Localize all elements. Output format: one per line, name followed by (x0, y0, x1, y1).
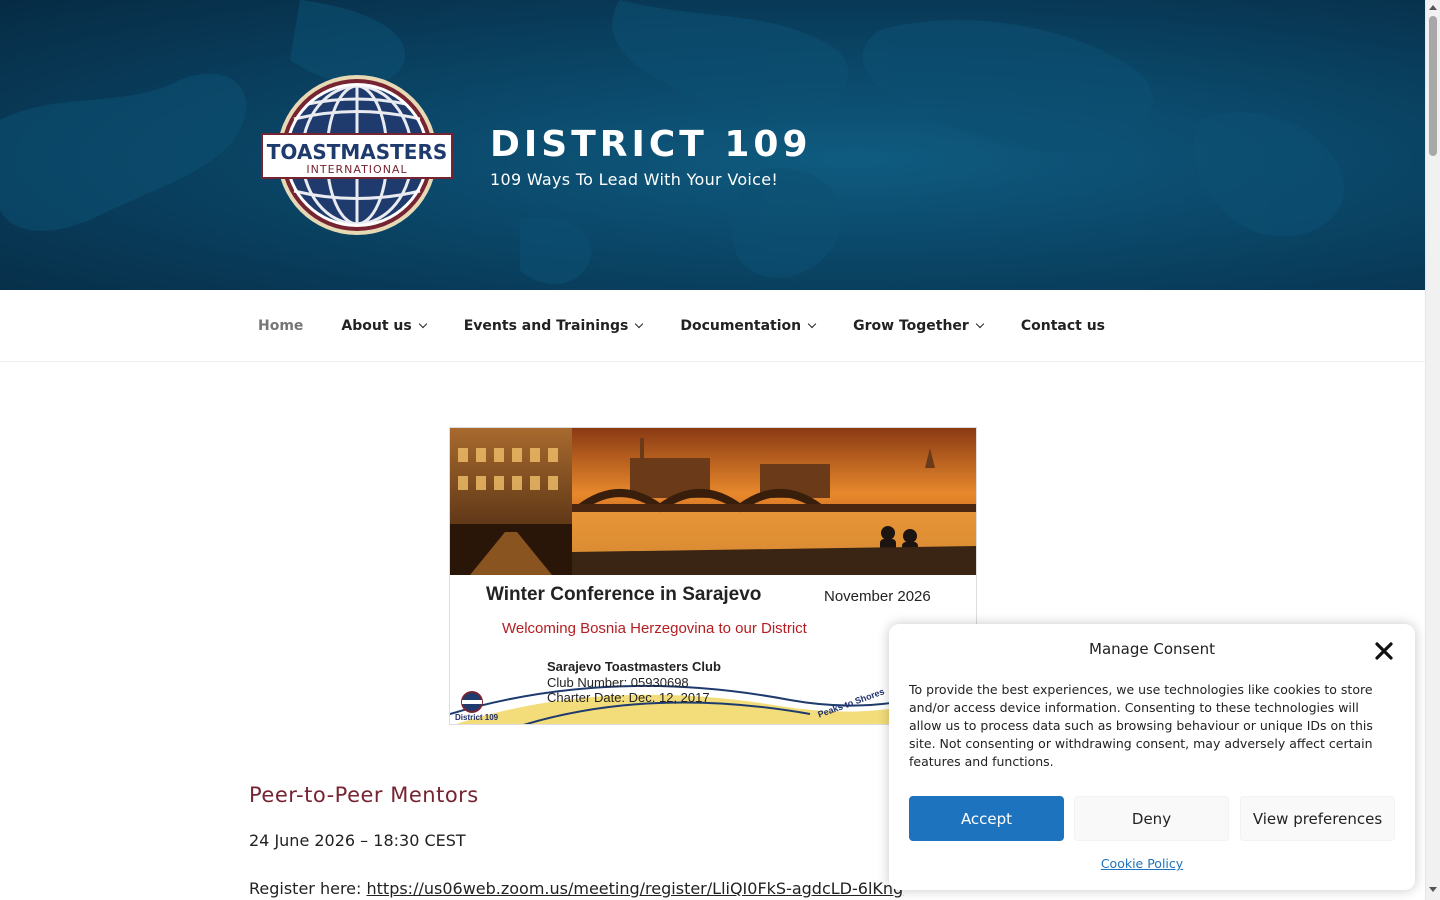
accept-button[interactable]: Accept (909, 796, 1064, 841)
deny-button[interactable]: Deny (1074, 796, 1229, 841)
nav-item-label: Home (258, 318, 304, 334)
chevron-down-icon (807, 319, 817, 329)
nav-item-label: Events and Trainings (463, 318, 629, 334)
banner-club-name: Sarajevo Toastmasters Club (547, 659, 721, 674)
post-date: 24 June 2026 – 18:30 CEST (249, 831, 466, 850)
nav-item-home[interactable]: Home (258, 318, 303, 334)
site-tagline: 109 Ways To Lead With Your Voice! (490, 170, 779, 189)
view-preferences-button[interactable]: View preferences (1240, 796, 1395, 841)
svg-text:TOASTMASTERS: TOASTMASTERS (267, 140, 448, 164)
scroll-up-arrow-icon[interactable] (1429, 5, 1437, 10)
main-navigation: Home About us Events and Trainings Docum… (0, 290, 1425, 362)
banner-club-number: Club Number: 05930698 (547, 675, 689, 690)
nav-item-label: Grow Together (853, 318, 969, 334)
scroll-down-arrow-icon[interactable] (1429, 887, 1437, 892)
toastmasters-globe-logo[interactable]: TOASTMASTERS INTERNATIONAL (258, 74, 456, 236)
site-header: TOASTMASTERS INTERNATIONAL DISTRICT 109 … (0, 0, 1425, 290)
nav-item-events-and-trainings[interactable]: Events and Trainings (463, 318, 644, 334)
site-title[interactable]: DISTRICT 109 (490, 124, 812, 165)
page-scrollbar[interactable] (1425, 0, 1440, 900)
close-icon[interactable] (1373, 640, 1395, 662)
consent-title: Manage Consent (1089, 640, 1215, 658)
nav-item-label: About us (341, 318, 412, 334)
register-label: Register here: (249, 879, 367, 898)
nav-item-grow-together[interactable]: Grow Together (853, 318, 985, 334)
nav-item-label: Documentation (680, 318, 802, 334)
post-register-line: Register here: https://us06web.zoom.us/m… (249, 879, 903, 898)
cookie-consent-dialog: Manage Consent To provide the best exper… (889, 624, 1415, 890)
scrollbar-thumb[interactable] (1429, 16, 1437, 156)
svg-text:INTERNATIONAL: INTERNATIONAL (306, 163, 407, 176)
banner-title: Winter Conference in Sarajevo (486, 584, 762, 605)
banner-district-label: District 109 (455, 713, 499, 722)
nav-item-contact-us[interactable]: Contact us (1021, 318, 1105, 334)
sarajevo-sunset-photo (450, 428, 976, 575)
toastmasters-mini-logo (461, 691, 483, 713)
consent-description: To provide the best experiences, we use … (909, 682, 1373, 769)
nav-item-documentation[interactable]: Documentation (680, 318, 817, 334)
banner-date: November 2026 (824, 588, 931, 605)
zoom-register-link[interactable]: https://us06web.zoom.us/meeting/register… (367, 879, 904, 898)
chevron-down-icon (635, 319, 644, 329)
banner-charter-date: Charter Date: Dec. 12, 2017 (547, 690, 710, 705)
post-title[interactable]: Peer-to-Peer Mentors (249, 783, 479, 807)
nav-item-label: Contact us (1020, 318, 1106, 334)
cookie-policy-link[interactable]: Cookie Policy (889, 856, 1395, 871)
nav-item-about-us[interactable]: About us (341, 318, 427, 334)
banner-welcome-text: Welcoming Bosnia Herzegovina to our Dist… (502, 620, 807, 637)
chevron-down-icon (975, 319, 985, 329)
nav-menu: Home About us Events and Trainings Docum… (258, 290, 1143, 362)
chevron-down-icon (418, 319, 427, 329)
